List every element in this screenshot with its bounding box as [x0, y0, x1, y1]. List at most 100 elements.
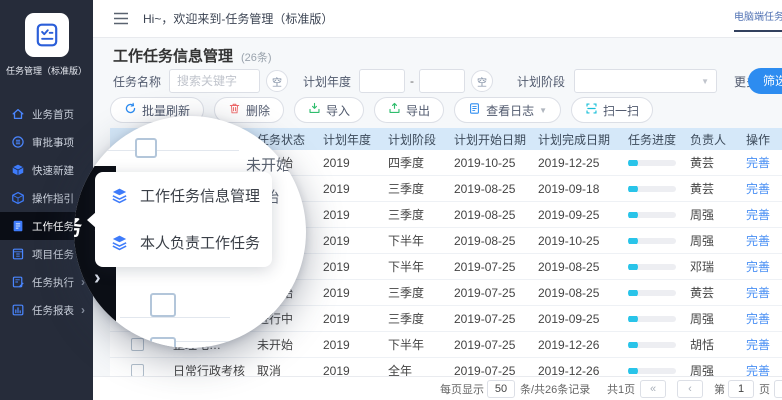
action-link[interactable]: 完善 [746, 286, 770, 300]
app-title: 任务管理（标准版） [0, 64, 93, 77]
row-checkbox[interactable] [131, 338, 144, 351]
action-link[interactable]: 完善 [746, 338, 770, 352]
progress-handle[interactable] [628, 264, 638, 270]
progress-track [630, 290, 676, 296]
magnified-checkbox [150, 293, 176, 317]
end-date-cell: 2019-10-25 [530, 234, 620, 248]
stage-cell: 三季度 [380, 310, 446, 327]
progress-track [630, 264, 676, 270]
plan-year-end-input[interactable] [419, 69, 465, 93]
sidebar-item[interactable]: 审批事项 › [0, 128, 93, 156]
toolbar-button[interactable]: 导出 ▼ [374, 97, 444, 123]
hamburger-menu-icon[interactable] [113, 12, 129, 25]
start-date-cell: 2019-08-25 [446, 182, 530, 196]
current-page-input[interactable]: 1 [728, 380, 754, 398]
stage-cell: 三季度 [380, 284, 446, 301]
submenu-popup: 工作任务信息管理 本人负责工作任务 [95, 172, 272, 267]
per-page-input[interactable]: 50 [487, 380, 515, 398]
progress-handle[interactable] [628, 368, 638, 374]
start-date-cell: 2019-08-25 [446, 208, 530, 222]
end-date-cell: 2019-08-25 [530, 260, 620, 274]
app-logo: 任务管理（标准版） [0, 0, 93, 92]
stage-cell: 下半年 [380, 336, 446, 353]
refresh-icon [124, 102, 137, 118]
total-pages-label: 共1页 [607, 381, 635, 397]
col-header-stage: 计划阶段 [380, 131, 446, 148]
col-header-actions: 操作 [738, 131, 782, 148]
progress-handle[interactable] [628, 212, 638, 218]
welcome-text: Hi~，欢迎来到-任务管理（标准版） [143, 10, 333, 27]
progress-track [630, 368, 676, 374]
stage-cell: 三季度 [380, 180, 446, 197]
col-header-progress: 任务进度 [620, 131, 682, 148]
action-link[interactable]: 完善 [746, 234, 770, 248]
progress-cell [620, 368, 682, 374]
action-link[interactable]: 完善 [746, 156, 770, 170]
report-icon [10, 303, 25, 318]
owner-cell: 黄芸 [682, 180, 738, 197]
progress-handle[interactable] [628, 238, 638, 244]
plan-year-start-input[interactable] [359, 69, 405, 93]
magnified-sidebar-item: 务 › [74, 262, 101, 294]
stage-cell: 下半年 [380, 232, 446, 249]
progress-handle[interactable] [628, 160, 638, 166]
progress-handle[interactable] [628, 290, 638, 296]
home-icon [10, 107, 25, 122]
progress-handle[interactable] [628, 316, 638, 322]
start-date-cell: 2019-08-25 [446, 234, 530, 248]
status-cell: 未开始 [249, 336, 315, 353]
next-page-button[interactable] [774, 380, 782, 398]
filter-submit-button[interactable]: 筛选 [748, 68, 782, 94]
range-separator: - [410, 74, 414, 88]
owner-cell: 周强 [682, 310, 738, 327]
stage-cell: 四季度 [380, 154, 446, 171]
owner-cell: 周强 [682, 232, 738, 249]
clear-name-button[interactable]: 空 [266, 70, 288, 92]
submenu-item[interactable]: 工作任务信息管理 [95, 172, 272, 219]
sidebar-item-label: 任务报表 [32, 303, 74, 318]
toolbar-button[interactable]: 导入 ▼ [294, 97, 364, 123]
start-date-cell: 2019-07-25 [446, 260, 530, 274]
toolbar-button[interactable]: 扫一扫 ▼ [571, 97, 653, 123]
clear-year-button[interactable]: 空 [471, 70, 493, 92]
trash-icon [228, 102, 241, 118]
export-icon [388, 102, 401, 118]
year-cell: 2019 [315, 312, 380, 326]
year-cell: 2019 [315, 338, 380, 352]
submenu-item[interactable]: 本人负责工作任务 [95, 219, 272, 266]
plan-year-label: 计划年度 [303, 73, 351, 90]
action-link[interactable]: 完善 [746, 182, 770, 196]
progress-cell [620, 238, 682, 244]
owner-cell: 周强 [682, 206, 738, 223]
year-cell: 2019 [315, 156, 380, 170]
approval-icon [10, 135, 25, 150]
prev-page-button[interactable]: ‹ [677, 380, 703, 398]
toolbar-button[interactable]: 查看日志 ▼ [454, 97, 561, 123]
quick-create-icon [10, 163, 25, 178]
year-cell: 2019 [315, 182, 380, 196]
layers-icon [110, 186, 130, 206]
toolbar-button[interactable]: 删除 ▼ [214, 97, 284, 123]
log-icon [468, 102, 481, 118]
tab-pc-task-management[interactable]: 电脑端任务管理 [734, 6, 782, 32]
action-link[interactable]: 完善 [746, 260, 770, 274]
stage-cell: 下半年 [380, 258, 446, 275]
sidebar-item[interactable]: 业务首页 › [0, 100, 93, 128]
action-link[interactable]: 完善 [746, 208, 770, 222]
plan-stage-label: 计划阶段 [517, 73, 565, 90]
col-header-start-date: 计划开始日期 [446, 131, 530, 148]
progress-handle[interactable] [628, 186, 638, 192]
sidebar-item-label: 快速新建 [32, 163, 74, 178]
records-label: 条/共26条记录 [520, 381, 590, 397]
magnified-checkbox [150, 337, 176, 348]
chevron-right-icon: › [94, 267, 101, 290]
progress-cell [620, 316, 682, 322]
col-header-end-date: 计划完成日期 [530, 131, 620, 148]
action-link[interactable]: 完善 [746, 312, 770, 326]
first-page-button[interactable]: « [640, 380, 666, 398]
task-name-input[interactable] [169, 69, 260, 93]
plan-stage-select[interactable]: ▼ [574, 69, 717, 93]
end-date-cell: 2019-09-18 [530, 182, 620, 196]
progress-handle[interactable] [628, 342, 638, 348]
stage-cell: 三季度 [380, 206, 446, 223]
